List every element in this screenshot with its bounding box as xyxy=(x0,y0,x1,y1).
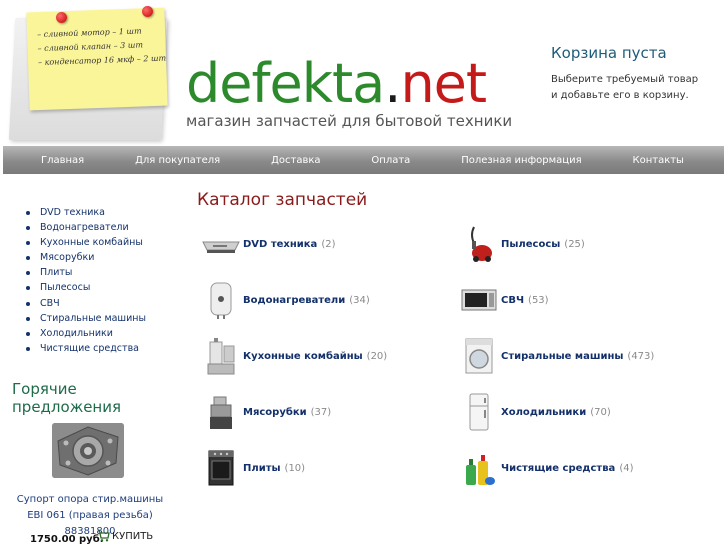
catalog-item-washing-machines[interactable]: Стиральные машины (473) xyxy=(459,334,654,378)
catalog-item-dvd[interactable]: DVD техника (2) xyxy=(201,222,335,266)
category-link-vacuums[interactable]: Пылесосы xyxy=(26,280,146,295)
category-link-microwaves[interactable]: СВЧ xyxy=(26,296,146,311)
catalog-item-label: Водонагреватели xyxy=(243,294,346,306)
category-link-dvd[interactable]: DVD техника xyxy=(26,205,146,220)
catalog-item-refrigerators[interactable]: Холодильники (70) xyxy=(459,390,611,434)
catalog-item-count: (2) xyxy=(321,238,336,250)
catalog-item-count: (10) xyxy=(284,462,306,474)
catalog-item-count: (4) xyxy=(619,462,634,474)
catalog-title: Каталог запчастей xyxy=(197,190,368,210)
cart-hint-line1: Выберите требуемый товар xyxy=(551,74,699,85)
nav-home[interactable]: Главная xyxy=(41,155,84,166)
washing-machine-icon xyxy=(459,336,499,376)
nav-useful-info[interactable]: Полезная информация xyxy=(461,155,581,166)
site-tagline: магазин запчастей для бытовой техники xyxy=(186,112,513,130)
microwave-icon xyxy=(459,280,499,320)
cart-icon xyxy=(97,530,110,542)
catalog-item-label: Пылесосы xyxy=(501,238,561,250)
catalog-item-label: СВЧ xyxy=(501,294,525,306)
catalog-item-count: (473) xyxy=(627,350,655,362)
catalog-item-vacuums[interactable]: Пылесосы (25) xyxy=(459,222,585,266)
catalog-item-count: (20) xyxy=(366,350,388,362)
refrigerator-icon xyxy=(459,392,499,432)
food-processor-icon xyxy=(201,336,241,376)
nav-payment[interactable]: Оплата xyxy=(371,155,410,166)
category-link-cleaning[interactable]: Чистящие средства xyxy=(26,341,146,356)
catalog-item-water-heaters[interactable]: Водонагреватели (34) xyxy=(201,278,370,322)
catalog-item-label: DVD техника xyxy=(243,238,318,250)
catalog-grid: DVD техника (2) Пылесосы (25) Водонагрев… xyxy=(197,222,717,492)
catalog-item-label: Кухонные комбайны xyxy=(243,350,363,362)
dvd-player-icon xyxy=(201,224,241,264)
catalog-item-stoves[interactable]: Плиты (10) xyxy=(201,446,305,490)
buy-button[interactable]: КУПИТЬ xyxy=(97,530,153,542)
hot-offer-price: 1750.00 руб. xyxy=(30,534,104,545)
cart-title[interactable]: Корзина пуста xyxy=(551,44,721,62)
nav-for-buyers[interactable]: Для покупателя xyxy=(135,155,220,166)
catalog-item-count: (53) xyxy=(528,294,549,306)
water-heater-icon xyxy=(201,280,241,320)
cart-hint-line2: и добавьте его в корзину. xyxy=(551,90,689,101)
logo-text-dot: . xyxy=(384,52,401,115)
category-link-stoves[interactable]: Плиты xyxy=(26,265,146,280)
cart-widget: Корзина пуста Выберите требуемый товар и… xyxy=(551,44,721,104)
category-link-food-processors[interactable]: Кухонные комбайны xyxy=(26,235,146,250)
meat-grinder-icon xyxy=(201,392,241,432)
category-link-water-heaters[interactable]: Водонагреватели xyxy=(26,220,146,235)
main-nav: Главная Для покупателя Доставка Оплата П… xyxy=(3,146,724,174)
site-logo[interactable]: defekta.net xyxy=(186,52,487,115)
nav-contacts[interactable]: Контакты xyxy=(632,155,683,166)
catalog-item-label: Холодильники xyxy=(501,406,587,418)
catalog-item-meat-grinders[interactable]: Мясорубки (37) xyxy=(201,390,331,434)
catalog-item-count: (25) xyxy=(564,238,585,250)
logo-text-part2: net xyxy=(400,52,487,115)
category-link-meat-grinders[interactable]: Мясорубки xyxy=(26,250,146,265)
nav-delivery[interactable]: Доставка xyxy=(271,155,320,166)
hot-offer-image[interactable] xyxy=(52,423,124,478)
catalog-item-count: (37) xyxy=(310,406,332,418)
catalog-item-microwaves[interactable]: СВЧ (53) xyxy=(459,278,549,322)
catalog-item-label: Мясорубки xyxy=(243,406,307,418)
catalog-item-count: (34) xyxy=(349,294,370,306)
catalog-item-cleaning[interactable]: Чистящие средства (4) xyxy=(459,446,633,490)
stove-icon xyxy=(201,448,241,488)
left-sidebar: DVD техника Водонагреватели Кухонные ком… xyxy=(0,174,180,545)
buy-button-label: КУПИТЬ xyxy=(112,530,154,542)
hot-offers-title-line2: предложения xyxy=(12,398,122,416)
cleaning-products-icon xyxy=(459,448,499,488)
pushpin-icon xyxy=(142,6,153,17)
catalog-item-count: (70) xyxy=(590,406,611,418)
category-list: DVD техника Водонагреватели Кухонные ком… xyxy=(26,205,146,356)
sticky-note-illustration: – сливной мотор – 1 шт – сливной клапан … xyxy=(4,0,184,146)
note-line: – конденсатор 16 мкф – 2 шт xyxy=(37,53,167,68)
hot-offers-title-line1: Горячие xyxy=(12,380,77,398)
logo-text-part1: defekta xyxy=(186,52,385,115)
pushpin-icon xyxy=(56,12,67,23)
category-link-washing-machines[interactable]: Стиральные машины xyxy=(26,311,146,326)
vacuum-cleaner-icon xyxy=(459,224,499,264)
hot-offers-title: Горячие предложения xyxy=(12,380,121,416)
category-link-refrigerators[interactable]: Холодильники xyxy=(26,326,146,341)
catalog-item-food-processors[interactable]: Кухонные комбайны (20) xyxy=(201,334,387,378)
sticky-note: – сливной мотор – 1 шт – сливной клапан … xyxy=(26,7,168,111)
header: – сливной мотор – 1 шт – сливной клапан … xyxy=(0,0,727,146)
catalog-item-label: Стиральные машины xyxy=(501,350,624,362)
catalog-item-label: Плиты xyxy=(243,462,281,474)
catalog-item-label: Чистящие средства xyxy=(501,462,616,474)
